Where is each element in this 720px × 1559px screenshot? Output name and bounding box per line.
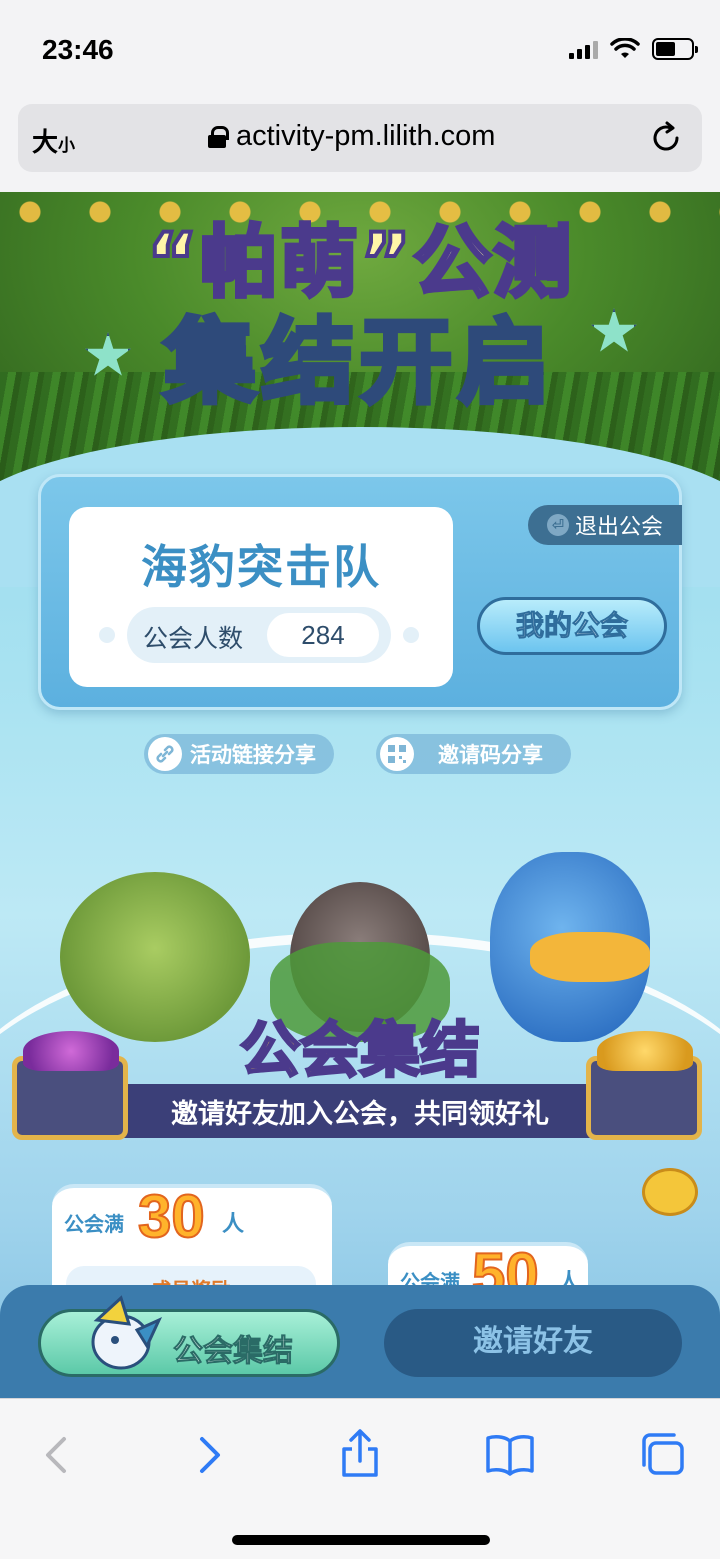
cellular-signal-icon [569,39,598,59]
url-display[interactable]: activity-pm.lilith.com [208,120,495,153]
reward-unit: 人 [222,1212,245,1237]
code-share-label: 邀请码分享 [438,743,543,767]
text-size-large: 大 [32,128,59,158]
code-share-button[interactable]: 邀请码分享 [376,734,571,774]
address-bar[interactable]: 大小 activity-pm.lilith.com [18,104,702,172]
reload-icon[interactable] [646,118,686,158]
home-indicator [232,1535,490,1545]
link-icon [148,737,182,771]
status-time: 23:46 [42,34,114,65]
status-bar: 23:46 [0,0,720,100]
bookmarks-icon[interactable] [480,1425,540,1485]
share-icon[interactable] [330,1425,390,1485]
duck-beak [530,932,650,982]
bottom-tab-bar: 公会集结 邀请好友 [0,1285,720,1398]
wifi-icon [610,38,640,58]
member-count-label: 公会人数 [143,624,244,653]
tab-invite-friends[interactable]: 邀请好友 [384,1309,682,1377]
gems [23,1031,119,1071]
bird-mascot-icon [91,1295,163,1370]
coin-icon [642,1168,698,1216]
gem-chest-icon [12,1031,128,1140]
tab-guild-gather[interactable]: 公会集结 [38,1295,340,1377]
tabs-icon[interactable] [632,1425,692,1485]
battery-icon [652,38,698,60]
qr-code-icon [380,737,414,771]
member-count-value: 284 [267,613,379,657]
exit-guild-button[interactable]: ⏎ 退出公会 [528,505,682,545]
tab-guild-gather-label: 公会集结 [173,1334,294,1370]
exit-guild-label: 退出公会 [574,515,663,540]
gold-coins [597,1031,693,1071]
text-size-small: 小 [58,136,76,156]
url-text: activity-pm.lilith.com [236,120,496,152]
forward-icon[interactable] [180,1425,240,1485]
exit-icon: ⏎ [546,514,569,536]
reward-number: 30 [137,1182,206,1251]
guild-card: 海豹突击队 公会人数 284 ⏎ 退出公会 我的公会 [38,474,682,710]
reward-prefix: 公会满 [64,1212,124,1236]
text-size-button[interactable]: 大小 [32,122,75,159]
guild-name: 海豹突击队 [141,540,381,594]
my-guild-button[interactable]: 我的公会 [477,597,667,655]
banner-title-line2: 集结开启 [161,307,556,419]
lock-icon [208,125,229,148]
member-count-pill: 公会人数 284 [127,607,391,663]
browser-toolbar [0,1398,720,1559]
pill-dot [99,627,115,643]
web-content: “帕萌”公测 集结开启 海豹突击队 公会人数 284 ⏎ 退出公会 我的公会 活… [0,192,720,1398]
guild-info-panel: 海豹突击队 公会人数 284 [69,507,453,687]
pill-dot [403,627,419,643]
link-share-label: 活动链接分享 [190,743,316,767]
status-icons [569,38,698,60]
link-share-button[interactable]: 活动链接分享 [144,734,334,774]
gold-chest-icon [586,1031,702,1140]
back-icon[interactable] [26,1425,86,1485]
